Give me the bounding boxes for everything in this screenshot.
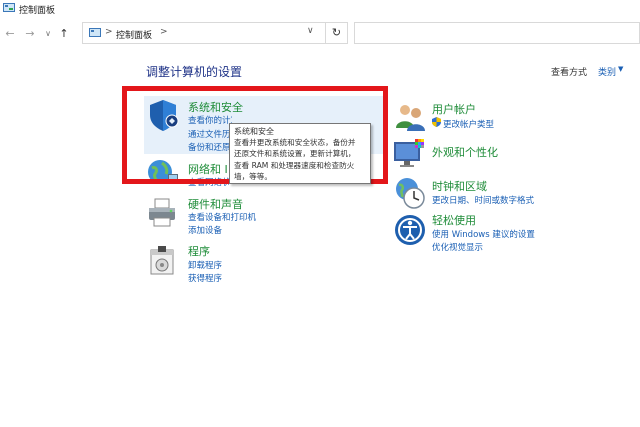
breadcrumb-separator[interactable]: > [160,27,168,37]
clock-globe-icon[interactable] [393,176,427,210]
tooltip-line: 墙，等等。 [234,172,272,182]
category-title-ease-of-access[interactable]: 轻松使用 [432,212,476,228]
link-change-date-time-format[interactable]: 更改日期、时间或数字格式 [432,194,534,206]
chevron-down-icon[interactable]: ▼ [618,65,623,73]
link-uninstall-program[interactable]: 卸载程序 [188,259,222,271]
address-box[interactable]: > 控制面板 > ∨ [82,22,326,44]
view-by-label: 查看方式 [551,68,588,78]
category-title-hardware-sound[interactable]: 硬件和声音 [188,196,243,212]
link-devices-printers[interactable]: 查看设备和打印机 [188,211,256,223]
forward-arrow-icon[interactable]: → [22,26,38,42]
breadcrumb-control-panel[interactable]: 控制面板 [116,28,152,41]
breadcrumb-separator[interactable]: > [105,27,113,37]
category-title-user-accounts[interactable]: 用户帐户 [432,101,476,117]
page-title: 调整计算机的设置 [146,65,243,79]
refresh-button[interactable]: ↻ [326,22,348,44]
link-get-programs[interactable]: 获得程序 [188,272,222,284]
uac-shield-icon [432,117,441,127]
monitor-icon[interactable] [393,138,427,170]
back-arrow-icon[interactable]: ← [2,26,18,42]
category-title-appearance[interactable]: 外观和个性化 [432,144,498,160]
chevron-down-icon[interactable]: ∨ [307,26,314,36]
tooltip-line: 查看并更改系统和安全状态，备份并 [234,138,356,147]
category-title-clock-region[interactable]: 时钟和区域 [432,178,487,194]
link-add-device[interactable]: 添加设备 [188,224,222,236]
control-panel-small-icon [89,28,101,37]
view-by-dropdown[interactable]: 类别 [598,65,616,78]
ease-of-access-icon[interactable] [393,213,427,247]
tooltip-title: 系统和安全 [234,127,274,136]
recent-locations-icon[interactable]: ∨ [40,26,56,42]
link-change-account-type[interactable]: 更改帐户类型 [443,118,494,130]
link-optimize-visual-display[interactable]: 优化视觉显示 [432,241,483,253]
search-input[interactable] [354,22,640,44]
programs-icon[interactable] [146,244,180,278]
up-arrow-icon[interactable]: ↑ [56,26,72,42]
address-bar: ← → ∨ ↑ > 控制面板 > ∨ ↻ [0,20,640,48]
users-icon[interactable] [393,102,427,132]
category-title-programs[interactable]: 程序 [188,243,210,259]
tooltip: 系统和安全 查看并更改系统和安全状态，备份并 还原文件和系统设置，更新计算机， … [229,123,371,184]
tooltip-line: 还原文件和系统设置，更新计算机， [234,149,356,159]
printer-icon[interactable] [146,196,180,230]
window-title: 控制面板 [19,6,56,16]
control-panel-icon [3,3,15,12]
link-use-recommended-settings[interactable]: 使用 Windows 建议的设置 [432,228,535,240]
tooltip-line: 查看 RAM 和处理器速度和检查防火 [234,160,355,170]
refresh-icon: ↻ [331,26,342,39]
title-bar: 控制面板 [0,0,640,18]
